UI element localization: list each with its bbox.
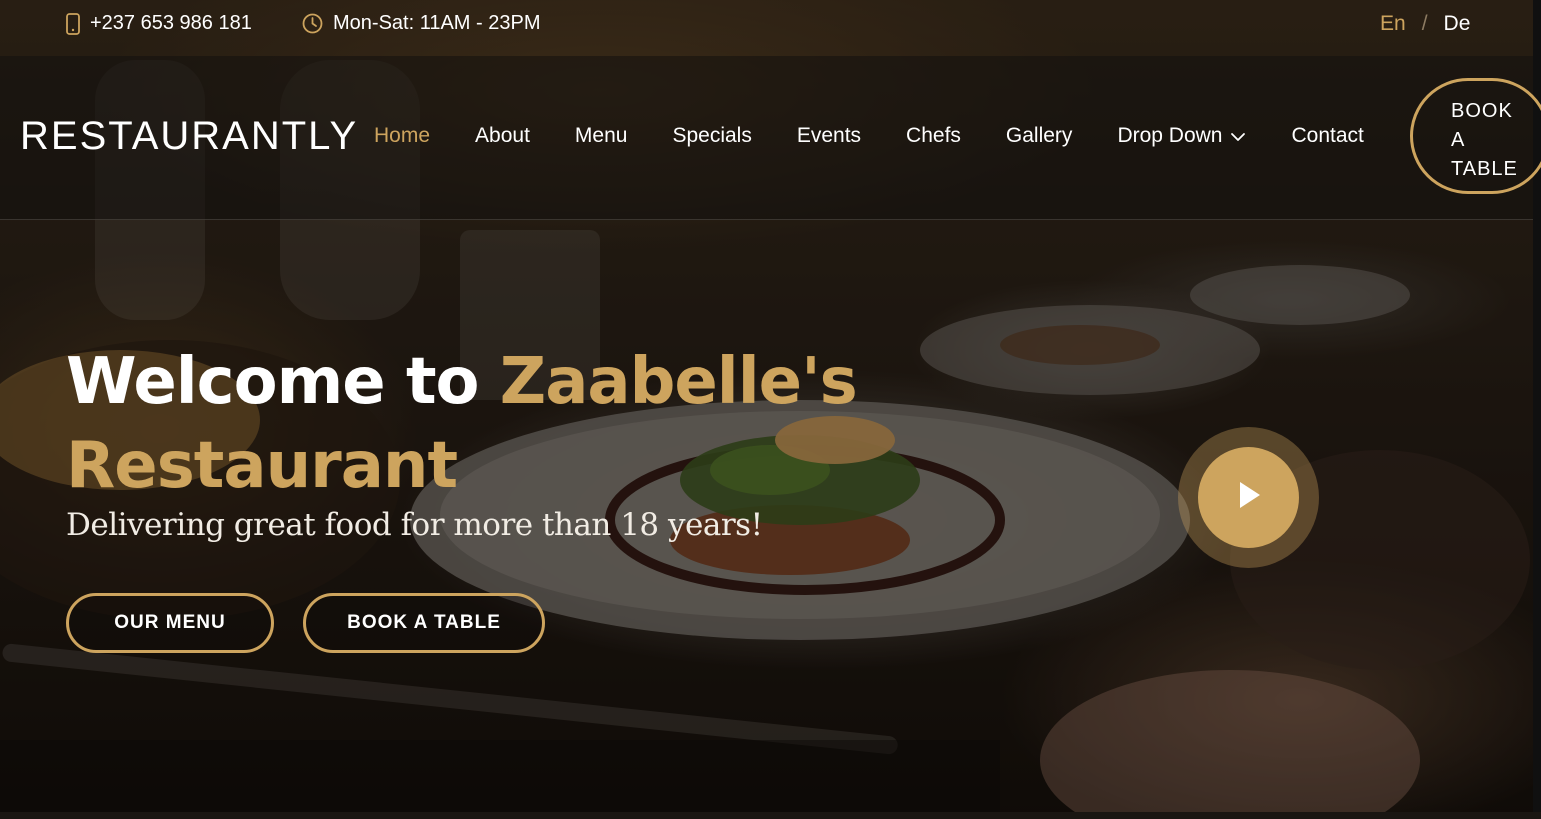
play-icon xyxy=(1234,478,1264,517)
language-separator: / xyxy=(1421,12,1428,35)
chevron-down-icon xyxy=(1230,124,1246,148)
hours-text: Mon-Sat: 11AM - 23PM xyxy=(333,12,541,34)
hero-subtitle: Delivering great food for more than 18 y… xyxy=(66,507,763,543)
book-a-table-button[interactable]: BOOK A TABLE xyxy=(303,593,545,653)
book-button-line-1: BOOK xyxy=(1451,100,1513,122)
nav-item-home[interactable]: Home xyxy=(374,124,430,148)
book-a-table-header-button[interactable]: BOOK A TABLE xyxy=(1410,78,1541,194)
phone-icon xyxy=(66,12,80,35)
hero-title-accent-line1: Zaabelle's xyxy=(499,345,858,419)
main-navigation: Home About Menu Specials Events Chefs Ga… xyxy=(374,124,1364,148)
hero-title-accent-line2: Restaurant xyxy=(66,429,458,503)
nav-dropdown-label: Drop Down xyxy=(1117,124,1223,147)
play-button-core xyxy=(1198,447,1299,548)
window-bottom-edge xyxy=(0,812,1541,819)
nav-item-specials[interactable]: Specials xyxy=(672,124,751,148)
page: +237 653 986 181 Mon-Sat: 11AM - 23PM En… xyxy=(0,0,1541,819)
nav-item-contact[interactable]: Contact xyxy=(1291,124,1363,148)
nav-item-chefs[interactable]: Chefs xyxy=(906,124,961,148)
nav-item-dropdown[interactable]: Drop Down xyxy=(1117,124,1246,148)
phone-contact: +237 653 986 181 xyxy=(66,12,252,35)
book-button-line-2: A xyxy=(1451,129,1466,151)
language-switcher: En / De xyxy=(1380,12,1470,36)
hero-title-prefix: Welcome to xyxy=(66,345,479,419)
nav-item-events[interactable]: Events xyxy=(797,124,861,148)
nav-item-about[interactable]: About xyxy=(475,124,530,148)
book-button-line-3: TABLE xyxy=(1451,158,1518,180)
hero-title: Welcome to Zaabelle's Restaurant xyxy=(66,340,858,508)
language-en-link[interactable]: En xyxy=(1380,12,1406,36)
our-menu-button[interactable]: OUR MENU xyxy=(66,593,274,653)
language-de-link[interactable]: De xyxy=(1444,12,1471,36)
clock-icon xyxy=(302,13,323,34)
site-logo[interactable]: RESTAURANTLY xyxy=(20,114,358,159)
phone-number: +237 653 986 181 xyxy=(90,12,252,34)
opening-hours: Mon-Sat: 11AM - 23PM xyxy=(302,12,540,35)
site-header: RESTAURANTLY Home About Menu Specials Ev… xyxy=(0,56,1541,220)
nav-item-gallery[interactable]: Gallery xyxy=(1006,124,1073,148)
top-info-bar: +237 653 986 181 Mon-Sat: 11AM - 23PM En… xyxy=(0,0,1533,54)
nav-item-menu[interactable]: Menu xyxy=(575,124,628,148)
play-video-button[interactable] xyxy=(1178,427,1319,568)
